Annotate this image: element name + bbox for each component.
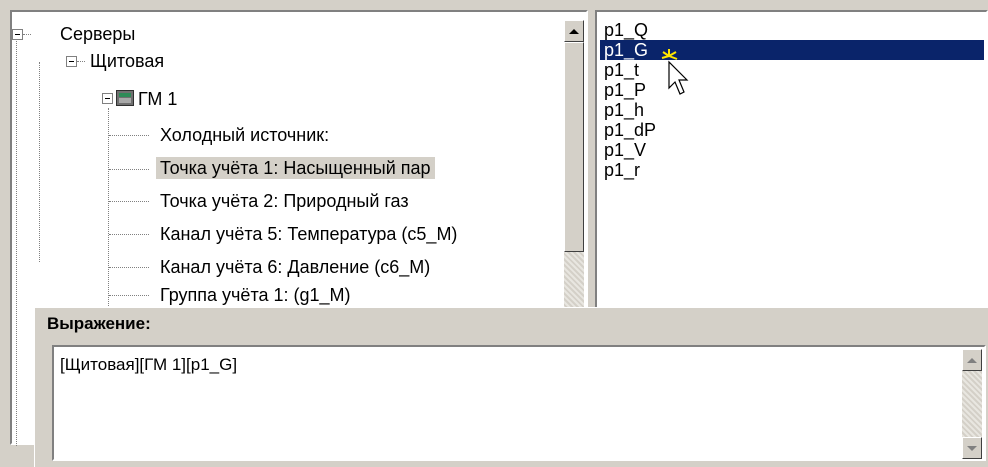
tree-item-channel5[interactable]: Канал учёта 5: Температура (c5_M): [160, 223, 457, 245]
arrow-cursor-icon: [661, 49, 689, 95]
expression-label: Выражение:: [47, 314, 151, 333]
tree-line: [109, 201, 149, 203]
list-item[interactable]: p1_P: [600, 80, 984, 100]
tree-item-point1[interactable]: Точка учёта 1: Насыщенный пар: [156, 157, 435, 179]
tree-line: [77, 61, 85, 63]
list-item[interactable]: p1_r: [600, 160, 984, 180]
tree-line: [23, 34, 31, 36]
scroll-thumb[interactable]: [564, 42, 584, 252]
expression-field[interactable]: [Щитовая][ГМ 1][p1_G]: [52, 345, 986, 461]
expression-value: [Щитовая][ГМ 1][p1_G]: [60, 355, 238, 374]
scroll-up-arrow-icon[interactable]: [962, 349, 982, 371]
scroll-up-arrow-icon[interactable]: [564, 20, 584, 42]
tree-item-gm1[interactable]: ГМ 1: [138, 88, 177, 110]
expression-scrollbar[interactable]: [962, 349, 982, 459]
list-item[interactable]: p1_dP: [600, 120, 984, 140]
list-item[interactable]: p1_h: [600, 100, 984, 120]
minus-box-icon[interactable]: [66, 56, 77, 67]
list-item[interactable]: p1_t: [600, 60, 984, 80]
minus-box-icon[interactable]: [12, 29, 23, 40]
tree-scrollbar[interactable]: [564, 20, 584, 320]
tree-line: [108, 108, 110, 308]
tree-line: [109, 267, 149, 269]
tree-item-servers[interactable]: Серверы: [60, 23, 135, 45]
tree-line: [109, 234, 149, 236]
tree-item-group1[interactable]: Группа учёта 1: (g1_M): [160, 284, 351, 306]
scroll-down-arrow-icon[interactable]: [962, 437, 982, 459]
list-item[interactable]: p1_Q: [600, 20, 984, 40]
minus-box-icon[interactable]: [102, 93, 113, 104]
tree-item-panel[interactable]: Щитовая: [90, 50, 164, 72]
tree-line: [109, 295, 149, 297]
tree-line: [109, 169, 149, 171]
param-items: p1_Q p1_G p1_t p1_P p1_h p1_dP p1_V p1_r: [600, 20, 984, 180]
tree-line: [39, 62, 41, 262]
list-item-selected[interactable]: p1_G: [600, 40, 984, 60]
device-icon: [116, 90, 134, 106]
tree-line: [109, 135, 149, 137]
tree-item-point2[interactable]: Точка учёта 2: Природный газ: [160, 190, 409, 212]
tree-item-cold-source[interactable]: Холодный источник:: [160, 124, 329, 146]
list-item[interactable]: p1_V: [600, 140, 984, 160]
param-list[interactable]: p1_Q p1_G p1_t p1_P p1_h p1_dP p1_V p1_r: [595, 10, 988, 310]
tree-line: [16, 36, 18, 446]
tree-item-channel6[interactable]: Канал учёта 6: Давление (c6_M): [160, 256, 430, 278]
